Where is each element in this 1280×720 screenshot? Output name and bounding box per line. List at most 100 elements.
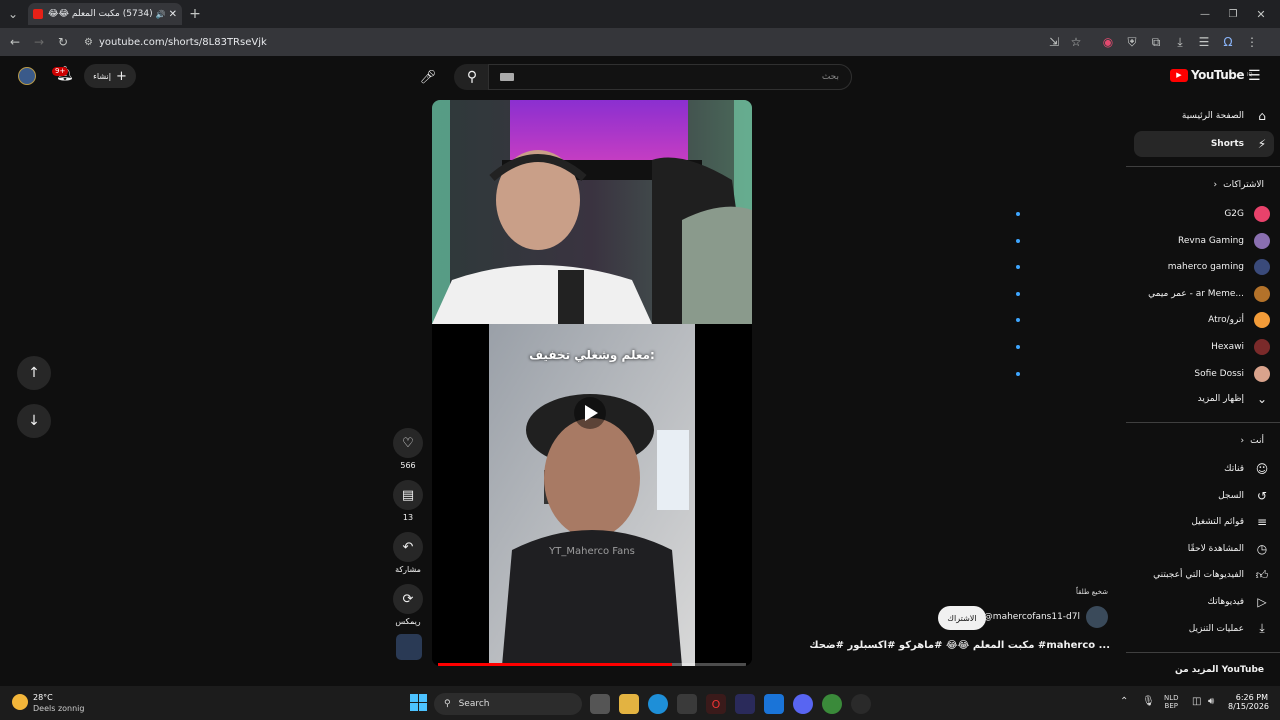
chrome-icon[interactable] <box>822 694 842 714</box>
sidebar-item-subscription[interactable]: maherco gaming <box>1016 256 1270 278</box>
sidebar-item-subscription[interactable]: G2G <box>1016 203 1270 225</box>
shield-icon[interactable]: ⛨ <box>1124 34 1140 50</box>
comment-button[interactable]: ▤ <box>393 480 423 510</box>
network-icon[interactable]: ◫ <box>1192 696 1201 707</box>
windows-logo-icon <box>419 694 427 702</box>
keyboard-icon[interactable] <box>500 73 514 81</box>
channel-avatar[interactable] <box>1086 606 1108 628</box>
progress-bar[interactable] <box>438 663 746 666</box>
profile-icon[interactable]: Ω <box>1220 34 1236 50</box>
create-button[interactable]: إنشاء + <box>84 64 136 88</box>
like-button[interactable]: ♡ <box>393 428 423 458</box>
chevron-icon: › <box>1240 436 1245 446</box>
guide-menu-icon[interactable]: ☰ <box>1248 68 1261 84</box>
like-action: ♡ 566 <box>388 428 428 470</box>
new-tab-icon[interactable]: + <box>186 5 204 23</box>
sidebar-item-you[interactable]: فيديوهاتك ▷ <box>1130 591 1270 613</box>
site-info-icon[interactable]: ⚙ <box>84 37 93 48</box>
remix-icon: ⟳ <box>402 591 414 607</box>
youtube-favicon-icon <box>33 9 43 19</box>
start-button[interactable] <box>410 694 427 711</box>
back-icon[interactable]: ← <box>6 33 24 51</box>
sidebar-item-subscription[interactable]: عمر ميمي - ar Meme... <box>1016 283 1270 305</box>
sidebar-item-you[interactable]: قناتك ☺ <box>1130 458 1270 480</box>
tab-list-icon[interactable]: ⌄ <box>4 5 22 23</box>
tray-overflow-icon[interactable]: ⌃ <box>1120 696 1128 707</box>
next-video-button[interactable]: ↓ <box>17 404 51 438</box>
sidebar-item-you[interactable]: السجل ↺ <box>1130 485 1270 507</box>
download-icon: ⤓ <box>1259 621 1265 636</box>
browser-tab-strip: ⌄ (5734) مكبت المعلم 😂😂 # 🔊 ✕ + — ❐ ✕ <box>0 0 1280 28</box>
sidebar-item-home[interactable]: الصفحة الرئيسية ⌂ <box>1130 105 1270 127</box>
discord-icon[interactable] <box>793 694 813 714</box>
sidebar-item-you[interactable]: الفيديوهات التي أعجبتني 👍︎ <box>1130 564 1270 586</box>
sidebar-item-subscription[interactable]: Hexawi <box>1016 336 1270 358</box>
subscriptions-header[interactable]: › الاشتراكات <box>1214 180 1264 190</box>
maximize-icon[interactable]: ❐ <box>1224 5 1242 23</box>
extension-red-icon[interactable]: ◉ <box>1100 34 1116 50</box>
sidebar-item-you[interactable]: المشاهدة لاحقًا ◷ <box>1130 538 1270 560</box>
bookmark-star-icon[interactable]: ☆ <box>1068 34 1084 50</box>
tab-close-icon[interactable]: ✕ <box>169 9 177 20</box>
sidebar-item-label: Shorts <box>1210 139 1244 149</box>
install-app-icon[interactable]: ⇲ <box>1046 34 1062 50</box>
weather-icon[interactable] <box>12 694 28 710</box>
channel-avatar <box>1254 339 1270 355</box>
browser-menu-icon[interactable]: ⋮ <box>1244 34 1260 50</box>
app-grid-icon[interactable] <box>764 694 784 714</box>
voice-search-icon[interactable]: 🎤︎ <box>416 64 440 90</box>
shorts-video-player[interactable]: معلم وشغلي تخفيف: YT_Maherco Fans <box>432 100 752 666</box>
clock[interactable]: 6:26 PM 8/15/2026 <box>1228 693 1269 711</box>
microphone <box>558 270 584 324</box>
remix-button[interactable]: ⟳ <box>393 584 423 614</box>
opera-icon[interactable]: O <box>706 694 726 714</box>
subscribe-button[interactable]: الاشتراك <box>938 606 986 630</box>
previous-video-button[interactable]: ↑ <box>17 356 51 390</box>
address-bar-actions: ⇲ ☆ <box>1046 34 1084 50</box>
youtube-play-logo-icon: ▶ <box>1170 68 1188 82</box>
taskbar-search[interactable]: ⚲ Search <box>434 693 582 715</box>
speaker-icon[interactable]: 🔊 <box>156 10 166 19</box>
promo-label: شخيع طلقاً <box>1075 588 1108 596</box>
account-avatar[interactable] <box>18 67 36 85</box>
share-icon: ↶ <box>402 539 414 555</box>
comment-count: 13 <box>402 513 414 522</box>
address-bar[interactable]: ⚙ youtube.com/shorts/8L83TRseVjk <box>84 33 1044 51</box>
microphone-icon[interactable]: 🎙︎ <box>1142 696 1155 707</box>
task-view-icon[interactable] <box>590 694 610 714</box>
new-content-dot <box>1016 238 1020 243</box>
show-more-button[interactable]: إظهار المزيد ⌄ <box>1130 388 1270 410</box>
store-icon[interactable] <box>677 694 697 714</box>
app-icon[interactable] <box>851 694 871 714</box>
reload-icon[interactable]: ↻ <box>54 33 72 51</box>
sidebar-item-subscription[interactable]: Sofie Dossi <box>1016 363 1270 385</box>
browser-tab[interactable]: (5734) مكبت المعلم 😂😂 # 🔊 ✕ <box>28 3 182 25</box>
file-explorer-icon[interactable] <box>619 694 639 714</box>
window <box>657 430 689 510</box>
reading-list-icon[interactable]: ☰ <box>1196 34 1212 50</box>
extensions-puzzle-icon[interactable]: ⧉ <box>1148 34 1164 50</box>
youtube-logo[interactable]: ▶ YouTube IQ <box>1170 68 1252 82</box>
minimize-icon[interactable]: — <box>1196 5 1214 23</box>
comment-action: ▤ 13 <box>388 480 428 522</box>
share-button[interactable]: ↶ <box>393 532 423 562</box>
sidebar-item-label: قناتك <box>1224 464 1244 474</box>
video-title[interactable]: مكبت المعلم 😂😂 #ماهركو #اكسبلور #ضحك #ma… <box>700 640 1110 651</box>
forward-icon[interactable]: → <box>30 33 48 51</box>
volume-icon[interactable]: 🔊︎ <box>1208 696 1214 707</box>
sidebar-item-subscription[interactable]: Revna Gaming <box>1016 230 1270 252</box>
search-button[interactable]: ⚲ <box>454 64 490 90</box>
sidebar-item-you[interactable]: عمليات التنزيل ⤓ <box>1130 618 1270 640</box>
sound-thumbnail[interactable] <box>396 634 422 660</box>
thumb-up-icon: 👍︎ <box>1255 567 1269 582</box>
search-input[interactable]: بحث <box>488 64 852 90</box>
download-icon[interactable]: ⤓ <box>1172 34 1188 50</box>
you-header[interactable]: › أنت <box>1241 436 1264 446</box>
window-close-icon[interactable]: ✕ <box>1252 5 1270 23</box>
sidebar-item-you[interactable]: قوائم التشغيل ≡ <box>1130 511 1270 533</box>
edge-icon[interactable] <box>648 694 668 714</box>
sidebar-item-shorts[interactable]: Shorts ⚡ <box>1134 131 1274 157</box>
language-indicator[interactable]: NLD BEP <box>1164 694 1179 710</box>
app-icon[interactable] <box>735 694 755 714</box>
sidebar-item-subscription[interactable]: Atro/أترو <box>1016 309 1270 331</box>
